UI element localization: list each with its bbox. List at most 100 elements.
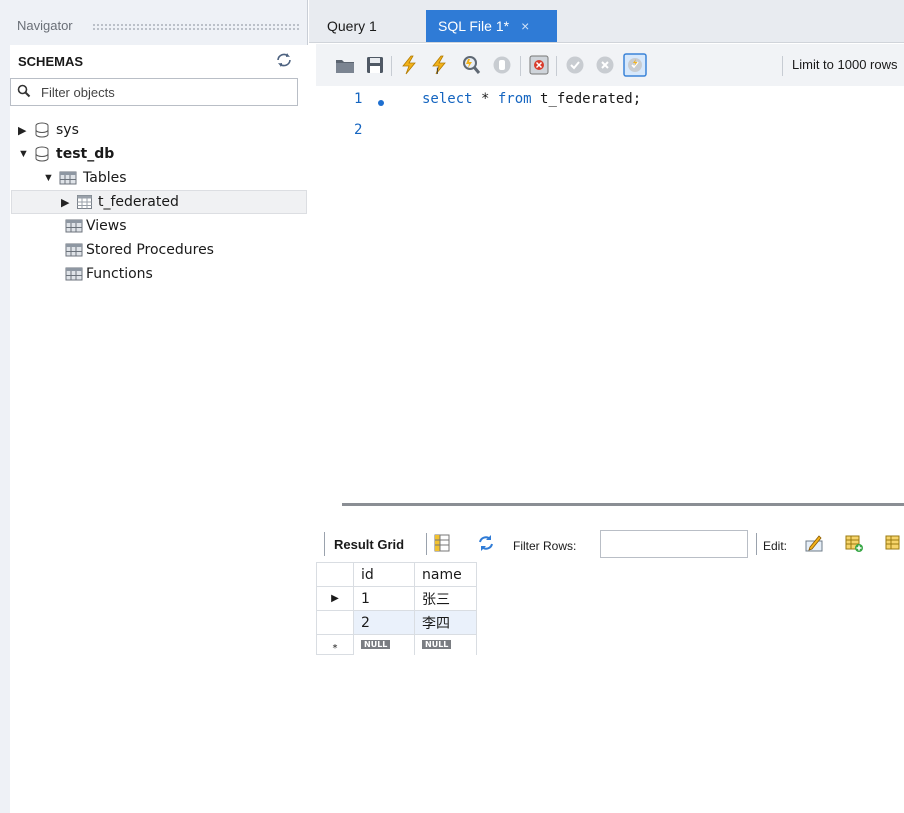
tables-folder-icon [59,171,77,185]
toolbar-separator [756,533,757,555]
expand-arrow-icon[interactable]: ▶ [18,124,30,137]
navigator-panel: Navigator SCHEMAS ▶ sys ▼ test_db ▼ Tabl… [0,0,308,813]
cell-name[interactable]: 李四 [414,610,477,635]
functions-folder-icon [65,267,83,281]
row-selector-header[interactable] [316,562,354,587]
tab-label: SQL File 1* [438,18,510,34]
search-icon [17,84,31,98]
form-editor-icon[interactable] [432,533,452,553]
current-row-icon[interactable]: ▶ [316,586,354,611]
save-icon[interactable] [364,54,386,76]
database-icon [35,122,49,138]
execute-current-icon[interactable]: I [428,54,450,76]
result-grid-label: Result Grid [334,536,405,552]
filter-rows-input[interactable] [600,530,748,558]
schemas-panel: SCHEMAS ▶ sys ▼ test_db ▼ Tables ▶ t_fed… [10,45,308,813]
editor-line: 2 [316,122,904,144]
new-row[interactable]: * NULL NULL [316,634,477,655]
table-icon [77,195,92,209]
code-token: * [472,91,498,107]
refresh-icon[interactable] [275,52,293,68]
filter-objects-field[interactable] [10,78,298,106]
refresh-icon[interactable] [476,533,496,553]
tree-item-functions[interactable]: Functions [65,262,153,286]
cell-name[interactable]: 张三 [414,586,477,611]
keyword-token: select [422,91,473,107]
schemas-heading: SCHEMAS [18,54,84,69]
views-folder-icon [65,219,83,233]
toggle-error-icon[interactable] [528,54,550,76]
stop-icon[interactable] [491,54,513,76]
filter-objects-input[interactable] [41,80,291,104]
editor-results-splitter[interactable] [342,503,904,506]
tab-sql-file-1[interactable]: SQL File 1* × [426,10,557,42]
tree-item-label: Functions [86,266,153,282]
procedures-folder-icon [65,243,83,257]
toolbar-separator [426,533,427,555]
tab-query-1[interactable]: Query 1 [315,10,389,42]
tree-item-test-db[interactable]: ▼ test_db [18,142,114,166]
cell-name[interactable]: NULL [414,634,477,655]
panel-drag-grip[interactable] [92,23,300,31]
limit-rows-select[interactable]: Limit to 1000 rows [792,57,898,72]
toolbar-separator [391,56,392,76]
tree-item-label: Stored Procedures [86,242,214,258]
cell-id[interactable]: 2 [353,610,415,635]
expand-arrow-icon[interactable]: ▶ [61,196,73,209]
tab-label: Query 1 [327,18,377,34]
tree-item-label: t_federated [98,194,179,210]
edit-label: Edit: [763,539,788,553]
tree-item-label: Tables [83,170,127,186]
open-file-icon[interactable] [334,54,356,76]
null-badge: NULL [422,640,452,649]
filter-rows-label: Filter Rows: [513,539,577,553]
commit-icon[interactable] [564,54,586,76]
table-row[interactable]: 2 李四 [316,610,477,635]
database-icon [35,146,49,162]
tree-item-label: Views [86,218,127,234]
tree-item-sys[interactable]: ▶ sys [18,118,79,142]
code-token: t_federated; [531,91,642,107]
statement-marker-icon [378,100,384,106]
line-number: 2 [354,122,363,138]
collapse-arrow-icon[interactable]: ▼ [18,148,30,160]
tree-item-stored-procedures[interactable]: Stored Procedures [65,238,214,262]
rollback-icon[interactable] [594,54,616,76]
add-row-icon[interactable] [844,533,864,553]
toolbar-separator [782,56,783,76]
explain-icon[interactable] [460,54,482,76]
keyword-token: from [497,91,532,107]
line-number: 1 [354,91,363,107]
column-header-name[interactable]: name [414,562,477,587]
result-toolbar: Result Grid Filter Rows: Edit: [316,526,904,562]
grid-header-row: id name [316,562,477,587]
result-grid-button[interactable]: Result Grid [324,532,404,556]
toolbar-separator [556,56,557,76]
autocommit-icon[interactable] [623,53,647,77]
row-selector[interactable] [316,610,354,635]
tree-item-views[interactable]: Views [65,214,127,238]
tree-item-label: test_db [56,146,115,162]
new-row-marker[interactable]: * [316,634,354,655]
toolbar-separator [520,56,521,76]
code-text: select * from t_federated; [422,91,641,107]
sql-editor[interactable]: 1 select * from t_federated; 2 [316,86,904,490]
delete-row-icon[interactable] [884,533,904,553]
edit-row-icon[interactable] [804,533,824,553]
null-badge: NULL [361,640,391,649]
execute-icon[interactable] [398,54,420,76]
svg-text:I: I [436,67,439,76]
tree-item-label: sys [56,122,79,138]
navigator-title: Navigator [17,18,73,33]
editor-line: 1 select * from t_federated; [316,91,904,113]
tree-item-t-federated[interactable]: ▶ t_federated [11,190,307,214]
column-header-id[interactable]: id [353,562,415,587]
cell-id[interactable]: 1 [353,586,415,611]
close-icon[interactable]: × [521,18,529,34]
sql-editor-toolbar: I Limit to 1000 rows [316,44,904,86]
cell-id[interactable]: NULL [353,634,415,655]
table-row[interactable]: ▶ 1 张三 [316,586,477,611]
result-grid: id name ▶ 1 张三 2 李四 * NULL NULL [316,562,477,655]
tree-item-tables[interactable]: ▼ Tables [43,166,127,190]
collapse-arrow-icon[interactable]: ▼ [43,172,55,184]
